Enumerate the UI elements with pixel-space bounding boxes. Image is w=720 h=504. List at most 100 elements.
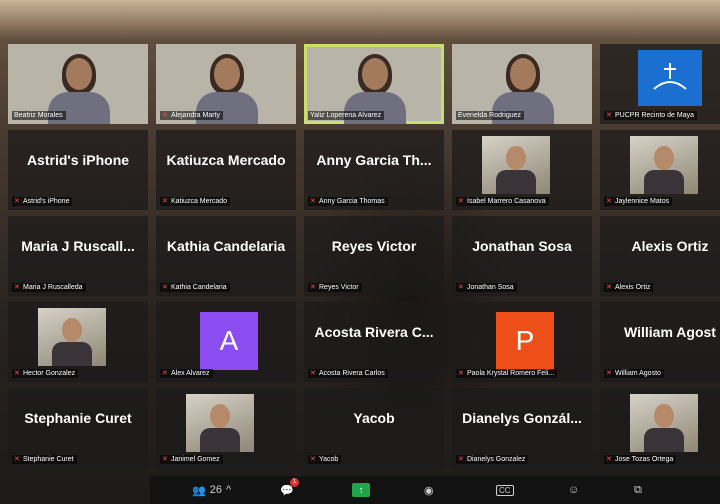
- meeting-toolbar: 👥 26 ^ 💬 1 ↑ ◉ CC ☺ ⧉: [150, 476, 720, 504]
- muted-mic-icon: ✕: [606, 370, 612, 377]
- participant-name-label: ✕ Jaylennice Matos: [604, 197, 673, 206]
- participant-display-name: William Agost: [624, 324, 716, 340]
- muted-mic-icon: ✕: [162, 198, 168, 205]
- participant-tile[interactable]: ✕ Isabel Marrero Casanova: [452, 130, 592, 210]
- muted-mic-icon: ✕: [458, 284, 464, 291]
- muted-mic-icon: ✕: [458, 370, 464, 377]
- participant-name-label: ✕ Alexis Ortiz: [604, 283, 654, 292]
- record-button[interactable]: ◉: [424, 482, 434, 498]
- participant-name: Jose Tozas Ortega: [615, 456, 674, 463]
- participant-tile[interactable]: Maria J Ruscall... ✕ Maria J Ruscalleda: [8, 216, 148, 296]
- participant-tile[interactable]: Evenelda Rodriguez: [452, 44, 592, 124]
- participant-name: Alexis Ortiz: [615, 284, 651, 291]
- participant-tile[interactable]: William Agost ✕ William Agosto: [600, 302, 720, 382]
- avatar-initial: A: [200, 312, 258, 370]
- participant-name-label: ✕ Alex Alvarez: [160, 369, 213, 378]
- muted-mic-icon: ✕: [14, 198, 20, 205]
- participant-name-label: ✕ Astrid's iPhone: [12, 197, 73, 206]
- participant-video-face: [510, 58, 536, 90]
- participant-tile[interactable]: ✕ PUCPR Recinto de Maya: [600, 44, 720, 124]
- muted-mic-icon: ✕: [310, 198, 316, 205]
- participant-name-label: ✕ Acosta Rivera Carlos: [308, 369, 388, 378]
- participant-tile[interactable]: Acosta Rivera C... ✕ Acosta Rivera Carlos: [304, 302, 444, 382]
- participant-name: Alex Alvarez: [171, 370, 210, 377]
- profile-photo: [630, 394, 698, 452]
- participant-name-label: Beatriz Morales: [12, 111, 66, 120]
- muted-mic-icon: ✕: [310, 370, 316, 377]
- participant-name-label: ✕ Isabel Marrero Casanova: [456, 197, 549, 206]
- participant-tile[interactable]: Kathia Candelaria ✕ Kathia Candelaria: [156, 216, 296, 296]
- participant-name-label: ✕ Paola Krystal Romero Feli...: [456, 369, 558, 378]
- participant-tile[interactable]: Dianelys Gonzál... ✕ Dianelys Gonzalez: [452, 388, 592, 468]
- participant-name-label: Yaliz Loperena Alvarez: [308, 111, 385, 120]
- participant-name: Paola Krystal Romero Feli...: [467, 370, 555, 377]
- muted-mic-icon: ✕: [458, 456, 464, 463]
- participant-tile[interactable]: A ✕ Alex Alvarez: [156, 302, 296, 382]
- participant-name: Reyes Victor: [319, 284, 359, 291]
- muted-mic-icon: ✕: [606, 198, 612, 205]
- participants-button[interactable]: 👥 26 ^: [192, 482, 231, 498]
- participant-name: Evenelda Rodriguez: [458, 112, 522, 119]
- muted-mic-icon: ✕: [14, 370, 20, 377]
- share-screen-button[interactable]: ↑: [352, 482, 370, 498]
- captions-button[interactable]: CC: [496, 482, 514, 498]
- participant-tile[interactable]: ✕ Jose Tozas Ortega: [600, 388, 720, 468]
- muted-mic-icon: ✕: [458, 198, 464, 205]
- participant-display-name: Acosta Rivera C...: [314, 324, 434, 340]
- participant-name: Yacob: [319, 456, 339, 463]
- participant-tile[interactable]: ✕ Janimel Gomez: [156, 388, 296, 468]
- participant-tile[interactable]: Anny Garcia Th... ✕ Anny Garcia Thomas: [304, 130, 444, 210]
- muted-mic-icon: ✕: [162, 112, 168, 119]
- participant-tile[interactable]: Beatriz Morales: [8, 44, 148, 124]
- participant-name: Janimel Gomez: [171, 456, 220, 463]
- muted-mic-icon: ✕: [606, 456, 612, 463]
- participant-name: Hector Gonzalez: [23, 370, 76, 377]
- participant-display-name: Katiuzca Mercado: [166, 152, 286, 168]
- participant-tile[interactable]: Yacob ✕ Yacob: [304, 388, 444, 468]
- participants-chevron-icon[interactable]: ^: [226, 484, 231, 496]
- participants-count: 26: [209, 484, 222, 496]
- participant-video-face: [66, 58, 92, 90]
- participant-tile[interactable]: Alexis Ortiz ✕ Alexis Ortiz: [600, 216, 720, 296]
- participant-name-label: ✕ Yacob: [308, 455, 342, 464]
- muted-mic-icon: ✕: [162, 370, 168, 377]
- participant-display-name: Astrid's iPhone: [26, 152, 130, 168]
- participant-name: Katiuzca Mercado: [171, 198, 228, 205]
- participants-icon: 👥: [192, 484, 206, 497]
- participant-name: Yaliz Loperena Alvarez: [310, 112, 382, 119]
- participant-tile[interactable]: ✕ Alejandra Marty: [156, 44, 296, 124]
- participant-name-label: Evenelda Rodriguez: [456, 111, 525, 120]
- participant-tile[interactable]: Reyes Victor ✕ Reyes Victor: [304, 216, 444, 296]
- participant-display-name: Dianelys Gonzál...: [462, 410, 582, 426]
- participant-name: Isabel Marrero Casanova: [467, 198, 546, 205]
- more-button[interactable]: ⧉: [634, 482, 642, 498]
- participant-name: Jonathan Sosa: [467, 284, 514, 291]
- participant-name: PUCPR Recinto de Maya: [615, 112, 694, 119]
- participant-tile[interactable]: Katiuzca Mercado ✕ Katiuzca Mercado: [156, 130, 296, 210]
- participant-name-label: ✕ Dianelys Gonzalez: [456, 455, 529, 464]
- participant-name: Acosta Rivera Carlos: [319, 370, 385, 377]
- participant-tile[interactable]: Yaliz Loperena Alvarez: [304, 44, 444, 124]
- participant-display-name: Yacob: [353, 410, 395, 426]
- participant-name: Anny Garcia Thomas: [319, 198, 385, 205]
- reactions-button[interactable]: ☺: [568, 482, 579, 498]
- participant-name: Astrid's iPhone: [23, 198, 70, 205]
- captions-icon: CC: [496, 484, 514, 496]
- muted-mic-icon: ✕: [310, 456, 316, 463]
- participant-tile[interactable]: P ✕ Paola Krystal Romero Feli...: [452, 302, 592, 382]
- participant-name-label: ✕ Alejandra Marty: [160, 111, 224, 120]
- participant-tile[interactable]: ✕ Jaylennice Matos: [600, 130, 720, 210]
- participant-tile[interactable]: ✕ Hector Gonzalez: [8, 302, 148, 382]
- participant-tile[interactable]: Astrid's iPhone ✕ Astrid's iPhone: [8, 130, 148, 210]
- participant-tile[interactable]: Jonathan Sosa ✕ Jonathan Sosa: [452, 216, 592, 296]
- participant-name: Alejandra Marty: [171, 112, 221, 119]
- participant-display-name: Jonathan Sosa: [472, 238, 572, 254]
- participant-tile[interactable]: Stephanie Curet ✕ Stephanie Curet: [8, 388, 148, 468]
- muted-mic-icon: ✕: [606, 112, 612, 119]
- participant-name-label: ✕ Reyes Victor: [308, 283, 362, 292]
- avatar-initial: P: [496, 312, 554, 370]
- participant-display-name: Stephanie Curet: [24, 410, 132, 426]
- chat-button[interactable]: 💬 1: [280, 478, 299, 498]
- muted-mic-icon: ✕: [162, 284, 168, 291]
- gallery-grid: Beatriz Morales ✕ Alejandra Marty Yaliz Lop…: [8, 44, 720, 468]
